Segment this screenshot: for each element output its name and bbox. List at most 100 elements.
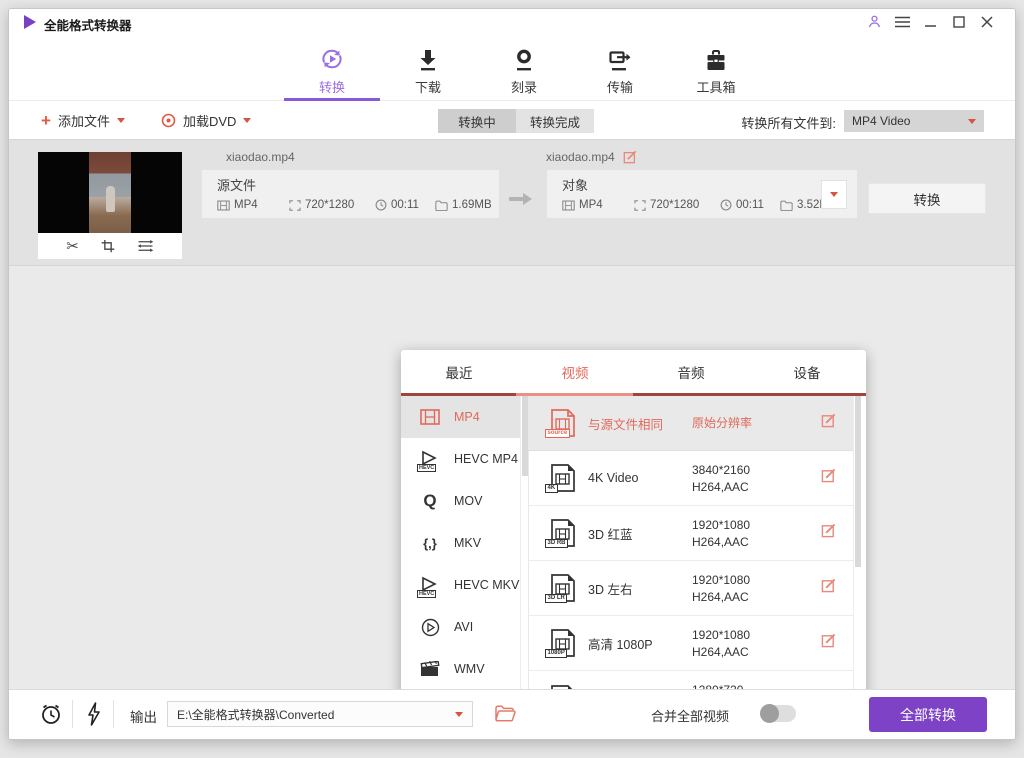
app-window: 全能格式转换器 转换 xyxy=(8,8,1016,740)
nav-tab-burn[interactable]: 刻录 xyxy=(489,35,559,100)
format-item-mov[interactable]: Q MOV xyxy=(401,480,520,522)
video-thumbnail[interactable]: ✂ xyxy=(38,152,182,259)
preset-4k-video[interactable]: 4K 4K Video 3840*2160 H264,AAC xyxy=(528,451,858,506)
add-file-button[interactable]: + 添加文件 xyxy=(41,101,125,140)
popup-tab-audio[interactable]: 音频 xyxy=(633,350,749,393)
target-resolution: 720*1280 xyxy=(650,199,699,211)
content-area: ✂ xiaodao.mp4 源文件 MP4 xyxy=(9,140,1015,691)
source-file-name: xiaodao.mp4 xyxy=(226,150,295,164)
convert-row-button[interactable]: 转换 xyxy=(868,183,986,214)
source-file-icon: source xyxy=(548,408,578,438)
main-nav: 转换 下载 刻录 传输 工具箱 xyxy=(9,35,1015,101)
popup-tab-device[interactable]: 设备 xyxy=(749,350,865,393)
target-file-name: xiaodao.mp4 xyxy=(546,150,615,164)
rename-edit-icon[interactable] xyxy=(623,150,637,164)
chevron-down-icon xyxy=(968,119,976,124)
dvd-icon xyxy=(161,113,176,128)
format-list-scrollbar[interactable] xyxy=(520,396,528,722)
source-card-title: 源文件 xyxy=(217,175,499,194)
target-duration: 00:11 xyxy=(736,199,764,211)
output-format-value: MP4 Video xyxy=(852,114,968,128)
output-format-select[interactable]: MP4 Video xyxy=(844,110,984,132)
preset-3d-red-blue[interactable]: 3D RB 3D 红蓝 1920*1080 H264,AAC xyxy=(528,506,858,561)
resolution-icon xyxy=(634,200,646,211)
film-icon xyxy=(562,200,575,211)
preset-3d-left-right[interactable]: 3D LR 3D 左右 1920*1080 H264,AAC xyxy=(528,561,858,616)
edit-preset-icon[interactable] xyxy=(821,468,836,488)
queue-tabs: 转换中 转换完成 xyxy=(438,109,594,133)
merge-toggle[interactable] xyxy=(760,705,796,722)
bottom-bar: 输出 E:\全能格式转换器\Converted 合并全部视频 全部转换 xyxy=(9,689,1015,739)
schedule-clock-icon[interactable] xyxy=(39,702,63,731)
preset-hd-1080p[interactable]: 1080P 高清 1080P 1920*1080 H264,AAC xyxy=(528,616,858,671)
nav-tab-toolbox[interactable]: 工具箱 xyxy=(681,35,751,100)
target-format: MP4 xyxy=(579,199,603,211)
hevc-play-icon: HEVC xyxy=(418,574,442,596)
arrow-right-icon xyxy=(508,192,533,211)
thumbnail-person xyxy=(106,186,115,212)
format-item-mkv[interactable]: {,} MKV xyxy=(401,522,520,564)
target-info-card: 对象 MP4 720*1280 00:11 xyxy=(547,170,857,218)
target-card-title: 对象 xyxy=(562,175,857,194)
matroska-icon: {,} xyxy=(418,532,442,554)
minimize-button[interactable] xyxy=(922,13,939,30)
nav-label-burn: 刻录 xyxy=(511,77,537,96)
nav-label-convert: 转换 xyxy=(319,77,345,96)
source-size: 1.69MB xyxy=(452,199,492,211)
edit-preset-icon[interactable] xyxy=(821,523,836,543)
format-item-mp4[interactable]: MP4 xyxy=(401,396,520,438)
preset-same-as-source[interactable]: source 与源文件相同 原始分辨率 xyxy=(528,396,858,451)
tab-converted[interactable]: 转换完成 xyxy=(516,109,594,133)
open-folder-icon[interactable] xyxy=(495,705,516,727)
high-speed-bolt-icon[interactable] xyxy=(86,702,102,731)
effects-sliders-icon[interactable] xyxy=(137,239,154,253)
output-path-select[interactable]: E:\全能格式转换器\Converted xyxy=(167,701,473,727)
video-file-icon: 3D RB xyxy=(548,518,578,548)
chevron-down-icon xyxy=(830,192,838,197)
popup-tab-video[interactable]: 视频 xyxy=(517,350,633,393)
trim-scissors-icon[interactable]: ✂ xyxy=(66,239,79,254)
tab-converting[interactable]: 转换中 xyxy=(438,109,516,133)
popup-tab-recent[interactable]: 最近 xyxy=(401,350,517,393)
edit-preset-icon[interactable] xyxy=(821,413,836,433)
format-item-avi[interactable]: AVI xyxy=(401,606,520,648)
format-list: MP4 HEVC HEVC MP4 Q MOV {,} MKV xyxy=(401,396,520,722)
output-label: 输出 xyxy=(130,706,157,726)
menu-icon[interactable] xyxy=(894,13,911,30)
nav-tab-download[interactable]: 下载 xyxy=(393,35,463,100)
clock-icon xyxy=(720,199,732,211)
format-item-wmv[interactable]: WMV xyxy=(401,648,520,690)
transfer-icon xyxy=(608,44,632,72)
crop-icon[interactable] xyxy=(101,239,115,253)
nav-label-transfer: 传输 xyxy=(607,77,633,96)
mp4-film-icon xyxy=(418,406,442,428)
convert-all-button[interactable]: 全部转换 xyxy=(869,697,987,732)
account-icon[interactable] xyxy=(866,13,883,30)
target-format-dropdown-button[interactable] xyxy=(821,180,847,209)
disc-icon xyxy=(513,44,535,72)
format-item-hevc-mkv[interactable]: HEVC HEVC MKV xyxy=(401,564,520,606)
folder-icon xyxy=(435,200,448,211)
folder-icon xyxy=(780,200,793,211)
chevron-down-icon xyxy=(455,712,463,717)
resolution-icon xyxy=(289,200,301,211)
video-file-icon: 4K xyxy=(548,463,578,493)
toolbar: + 添加文件 加载DVD 转换中 转换完成 转换所有文件到: MP4 Video xyxy=(9,101,1015,140)
edit-preset-icon[interactable] xyxy=(821,633,836,653)
title-bar: 全能格式转换器 xyxy=(9,9,1015,35)
convert-icon xyxy=(319,44,345,72)
load-dvd-button[interactable]: 加载DVD xyxy=(161,101,251,140)
app-logo-play-icon xyxy=(24,15,36,29)
thumbnail-image xyxy=(38,152,182,233)
format-item-hevc-mp4[interactable]: HEVC HEVC MP4 xyxy=(401,438,520,480)
download-icon xyxy=(417,44,439,72)
app-title: 全能格式转换器 xyxy=(44,15,132,34)
nav-label-download: 下载 xyxy=(415,77,441,96)
close-button[interactable] xyxy=(978,13,995,30)
nav-tab-convert[interactable]: 转换 xyxy=(297,35,367,100)
maximize-button[interactable] xyxy=(950,13,967,30)
edit-preset-icon[interactable] xyxy=(821,578,836,598)
format-chooser-popup: 最近 视频 音频 设备 MP4 HEVC HEVC xyxy=(401,350,866,740)
nav-tab-transfer[interactable]: 传输 xyxy=(585,35,655,100)
preset-list-scrollbar[interactable] xyxy=(853,396,861,726)
